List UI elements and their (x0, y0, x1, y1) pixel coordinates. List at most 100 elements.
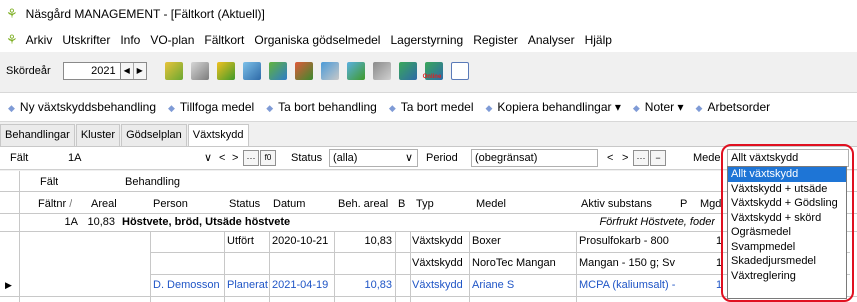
col-header-b[interactable]: B (398, 198, 405, 210)
divider (269, 231, 270, 302)
menu-bar: ⚘ Arkiv Utskrifter Info VO-plan Fältkort… (0, 28, 857, 52)
col-header-aktiv-substans[interactable]: Aktiv substans (581, 198, 652, 210)
row3-aktiv-substans[interactable]: MCPA (kaliumsalt) - (579, 279, 675, 291)
divider (334, 231, 335, 302)
row1-beh-areal[interactable]: 10,83 (336, 235, 392, 247)
row1-datum[interactable]: 2020-10-21 (272, 235, 328, 247)
row2-typ[interactable]: Växtskydd (412, 257, 463, 269)
status-select[interactable]: (alla) ∨ (329, 149, 418, 167)
divider (150, 231, 151, 302)
row1-aktiv-substans[interactable]: Prosulfokarb - 800 (579, 235, 675, 247)
remove-agent-button[interactable]: ◆ Ta bort medel (389, 100, 474, 114)
menu-arkiv[interactable]: Arkiv (26, 33, 53, 47)
period-select[interactable]: (obegränsat) (471, 149, 598, 167)
row3-datum[interactable]: 2021-04-19 (272, 279, 328, 291)
menu-leaf-icon: ⚘ (6, 32, 18, 47)
tab-strip: Behandlingar Kluster Gödselplan Växtskyd… (0, 124, 857, 146)
notes-button[interactable]: ◆ Noter ▾ (633, 100, 684, 114)
col-header-medel[interactable]: Medel (476, 198, 506, 210)
col-header-p[interactable]: P (680, 198, 687, 210)
menu-register[interactable]: Register (473, 33, 518, 47)
menu-organiska-godselmedel[interactable]: Organiska gödselmedel (254, 33, 380, 47)
bullet-icon: ◆ (266, 103, 274, 113)
fields-icon[interactable] (164, 62, 183, 80)
menu-lagerstyrning[interactable]: Lagerstyrning (390, 33, 463, 47)
col-header-mgd[interactable]: Mgd (700, 198, 721, 210)
row2-medel[interactable]: NoroTec Mangan (472, 257, 556, 269)
field-more-button[interactable]: ··· (243, 150, 259, 166)
row1-medel[interactable]: Boxer (472, 235, 501, 247)
divider (395, 231, 396, 302)
calculator-icon[interactable] (242, 62, 261, 80)
divider (224, 231, 225, 302)
map-icon[interactable] (346, 62, 365, 80)
row3-medel[interactable]: Ariane S (472, 279, 514, 291)
row3-status[interactable]: Planerat (227, 279, 268, 291)
period-filter-label: Period (426, 152, 458, 164)
medel-filter-label: Medel (693, 152, 723, 164)
col-header-faltnr[interactable]: Fältnr / (38, 198, 72, 210)
work-order-button[interactable]: ◆ Arbetsorder (696, 100, 771, 114)
crop-icon[interactable] (216, 62, 235, 80)
toolbar: Skördeår 2021 ◀ ▶ Online (0, 52, 857, 90)
row1-typ[interactable]: Växtskydd (412, 235, 463, 247)
field-select[interactable]: 1A ∨ (48, 149, 218, 167)
bullet-icon: ◆ (695, 103, 703, 113)
divider (19, 171, 20, 302)
row1-status[interactable]: Utfört (227, 235, 254, 247)
copy-treatments-button[interactable]: ◆ Kopiera behandlingar ▾ (485, 100, 620, 114)
field-map-icon[interactable] (398, 62, 417, 80)
col-header-status[interactable]: Status (229, 198, 260, 210)
new-treatment-button[interactable]: ◆ Ny växtskyddsbehandling (8, 100, 156, 114)
chevron-down-icon: ∨ (204, 152, 213, 164)
row3-person[interactable]: D. Demosson (153, 279, 220, 291)
field-next-button[interactable]: > (232, 152, 238, 164)
online-label: Online (422, 74, 442, 80)
col-header-typ[interactable]: Typ (416, 198, 434, 210)
action-bar: ◆ Ny växtskyddsbehandling ◆ Tillfoga medel… (0, 92, 857, 122)
online-map-icon[interactable]: Online (422, 62, 443, 80)
period-clear-button[interactable]: − (650, 150, 666, 166)
tab-behandlingar[interactable]: Behandlingar (0, 124, 75, 146)
machine-icon[interactable] (372, 62, 391, 80)
menu-analyser[interactable]: Analyser (528, 33, 575, 47)
period-prev-button[interactable]: < (607, 152, 613, 164)
farm-icon[interactable] (294, 62, 313, 80)
menu-vo-plan[interactable]: VO-plan (150, 33, 194, 47)
bullet-icon: ◆ (168, 103, 175, 113)
field-prev-button[interactable]: < (219, 152, 225, 164)
period-more-button[interactable]: ··· (633, 150, 649, 166)
field-f0-button[interactable]: f0 (260, 150, 276, 166)
field-filter-label: Fält (10, 152, 29, 164)
printer-icon[interactable] (190, 62, 209, 80)
year-next-icon[interactable]: ▶ (134, 63, 146, 79)
row3-typ[interactable]: Växtskydd (412, 279, 463, 291)
calendar-icon[interactable] (450, 62, 469, 80)
menu-faltkort[interactable]: Fältkort (204, 33, 244, 47)
add-agent-button[interactable]: ◆ Tillfoga medel (168, 100, 254, 114)
remove-treatment-button[interactable]: ◆ Ta bort behandling (266, 100, 377, 114)
field-row-areal: 10,83 (87, 216, 115, 228)
tab-kluster[interactable]: Kluster (75, 124, 121, 146)
period-next-button[interactable]: > (622, 152, 628, 164)
col-header-datum[interactable]: Datum (273, 198, 305, 210)
row2-aktiv-substans[interactable]: Mangan - 150 g; Sv (579, 257, 675, 269)
menu-hjalp[interactable]: Hjälp (585, 33, 612, 47)
title-bar: ⚘ Näsgård MANAGEMENT - [Fältkort (Aktuel… (0, 0, 857, 28)
chart-icon[interactable] (268, 62, 287, 80)
col-header-person[interactable]: Person (153, 198, 188, 210)
year-prev-icon[interactable]: ◀ (121, 63, 134, 79)
bullet-icon: ◆ (632, 103, 640, 113)
tractor-icon[interactable] (320, 62, 339, 80)
current-row-indicator: ▶ (5, 280, 12, 290)
row3-beh-areal[interactable]: 10,83 (336, 279, 392, 291)
menu-utskrifter[interactable]: Utskrifter (62, 33, 110, 47)
chevron-down-icon: ▾ (677, 100, 684, 114)
year-spinner[interactable]: ◀ ▶ (120, 62, 147, 80)
tab-godselplan[interactable]: Gödselplan (121, 124, 187, 146)
tab-vaxtskydd[interactable]: Växtskydd (187, 124, 249, 146)
col-header-beh-areal[interactable]: Beh. areal (338, 198, 388, 210)
menu-info[interactable]: Info (120, 33, 140, 47)
year-input[interactable]: 2021 (62, 62, 121, 80)
col-header-areal[interactable]: Areal (91, 198, 117, 210)
